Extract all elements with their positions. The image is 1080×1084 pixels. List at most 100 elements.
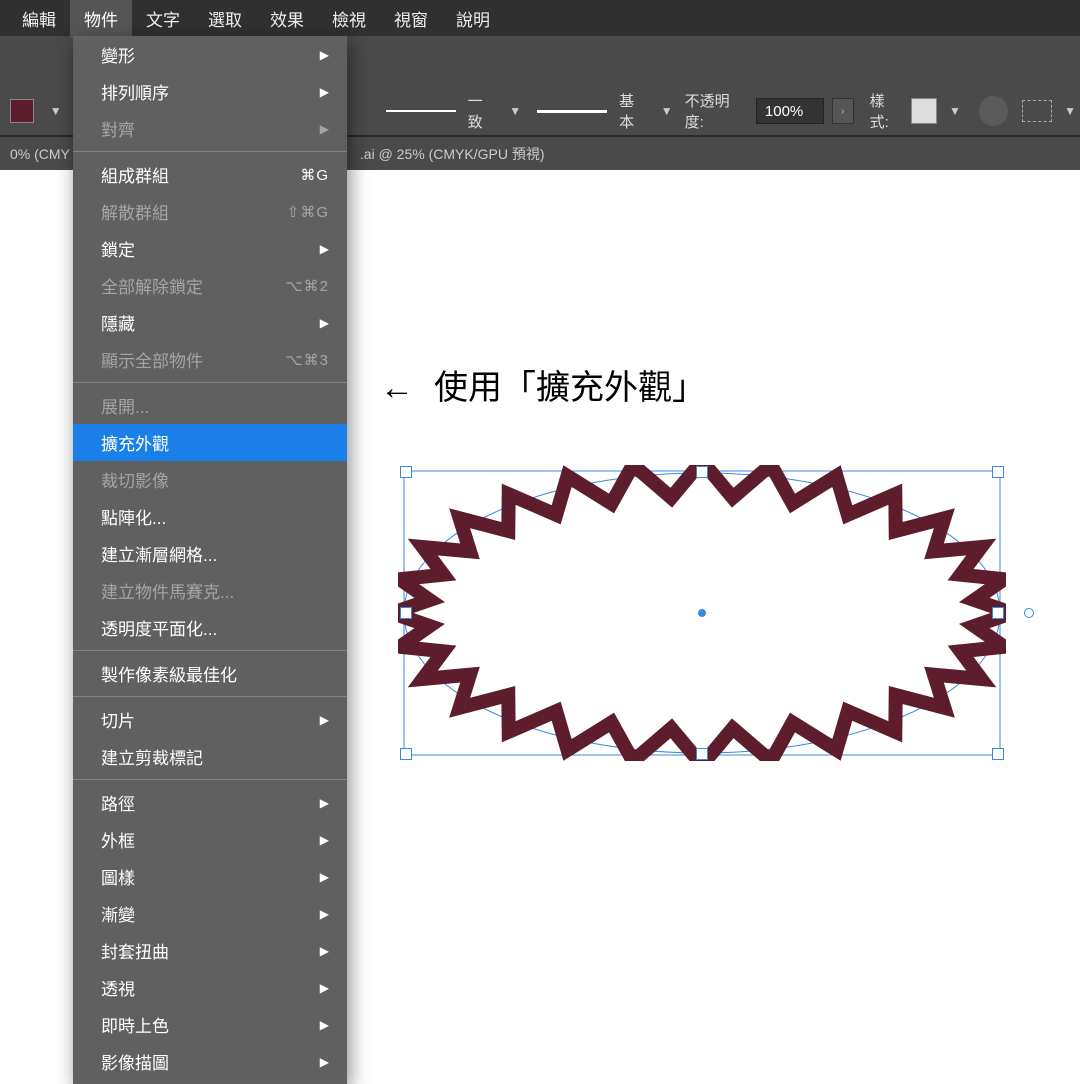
menu-separator	[73, 382, 347, 383]
menu-item-26[interactable]: 圖樣 ▶	[73, 858, 347, 895]
opacity-input[interactable]	[756, 98, 824, 124]
chevron-right-icon: ▶	[320, 48, 329, 62]
menu-item-19[interactable]: 製作像素級最佳化	[73, 655, 347, 692]
graphic-style-swatch[interactable]	[911, 98, 937, 124]
chevron-down-icon[interactable]: ▼	[505, 104, 525, 118]
menu-shortcut: ⇧⌘G	[287, 203, 329, 221]
menu-item-15[interactable]: 建立漸層網格...	[73, 535, 347, 572]
menu-item-31[interactable]: 影像描圖 ▶	[73, 1043, 347, 1080]
chevron-right-icon: ▶	[320, 870, 329, 884]
chevron-right-icon: ▶	[320, 1018, 329, 1032]
menubar: 編輯物件文字選取效果檢視視窗說明	[0, 0, 1080, 36]
menu-item-label: 建立剪裁標記	[101, 744, 203, 769]
chevron-down-icon[interactable]: ▼	[945, 104, 965, 118]
menu-item-label: 展開...	[101, 393, 149, 418]
menu-item-29[interactable]: 透視 ▶	[73, 969, 347, 1006]
menu-shortcut: ⌥⌘3	[285, 351, 329, 369]
chevron-right-icon: ▶	[320, 1055, 329, 1069]
menu-item-0[interactable]: 變形 ▶	[73, 36, 347, 73]
menu-item-label: 對齊	[101, 116, 135, 141]
menu-item-4[interactable]: 組成群組 ⌘G	[73, 156, 347, 193]
menu-item-12[interactable]: 擴充外觀	[73, 424, 347, 461]
opacity-label: 不透明度:	[685, 90, 748, 132]
menu-item-27[interactable]: 漸變 ▶	[73, 895, 347, 932]
menu-item-6[interactable]: 鎖定▶	[73, 230, 347, 267]
chevron-right-icon: ▶	[320, 907, 329, 921]
selected-zigzag-ellipse[interactable]	[398, 465, 1006, 761]
menu-item-label: 組成群組	[101, 162, 169, 187]
chevron-down-icon[interactable]: ▼	[1060, 104, 1080, 118]
menubar-item-5[interactable]: 檢視	[318, 0, 380, 38]
selection-handle-tc[interactable]	[690, 460, 714, 484]
menubar-item-0[interactable]: 編輯	[8, 0, 70, 38]
menu-item-label: 點陣化...	[101, 504, 166, 529]
menu-item-28[interactable]: 封套扭曲▶	[73, 932, 347, 969]
selection-handle-tl[interactable]	[394, 460, 418, 484]
menu-item-1[interactable]: 排列順序▶	[73, 73, 347, 110]
selection-handle-mr[interactable]	[986, 601, 1010, 625]
menubar-item-6[interactable]: 視窗	[380, 0, 442, 38]
menu-item-label: 透視	[101, 975, 135, 1000]
selection-handle-ml[interactable]	[394, 601, 418, 625]
menu-item-16: 建立物件馬賽克...	[73, 572, 347, 609]
chevron-right-icon: ▶	[320, 713, 329, 727]
menu-item-label: 擴充外觀	[101, 430, 169, 455]
menu-item-label: 切片	[101, 707, 135, 732]
selection-handle-tr[interactable]	[986, 460, 1010, 484]
menu-item-label: 變形	[101, 42, 135, 67]
chevron-down-icon[interactable]: ▼	[46, 104, 66, 118]
menubar-item-2[interactable]: 文字	[132, 0, 194, 38]
chevron-right-icon: ▶	[320, 981, 329, 995]
menu-item-25[interactable]: 外框 ▶	[73, 821, 347, 858]
menu-item-7: 全部解除鎖定⌥⌘2	[73, 267, 347, 304]
menu-item-label: 建立物件馬賽克...	[101, 578, 234, 603]
selection-handle-bc[interactable]	[690, 742, 714, 766]
chevron-right-icon: ▶	[320, 796, 329, 810]
brush-preview	[537, 110, 607, 113]
menubar-item-7[interactable]: 說明	[442, 0, 504, 38]
chevron-right-icon: ▶	[320, 833, 329, 847]
chevron-right-icon: ▶	[320, 316, 329, 330]
fill-swatch[interactable]	[10, 99, 34, 123]
selection-handle-bl[interactable]	[394, 742, 418, 766]
opacity-stepper[interactable]: ›	[832, 98, 854, 124]
menu-item-label: 顯示全部物件	[101, 347, 203, 372]
chevron-right-icon: ▶	[320, 122, 329, 136]
menu-item-label: 排列順序	[101, 79, 169, 104]
menu-separator	[73, 650, 347, 651]
style-label: 樣式:	[870, 90, 904, 132]
menubar-item-3[interactable]: 選取	[194, 0, 256, 38]
selection-center-icon	[698, 609, 706, 617]
recolor-button[interactable]	[979, 96, 1009, 126]
menu-separator	[73, 779, 347, 780]
menu-item-label: 外框	[101, 827, 135, 852]
menu-item-label: 圖樣	[101, 864, 135, 889]
menu-separator	[73, 696, 347, 697]
object-menu-dropdown: 變形▶排列順序▶對齊▶組成群組⌘G解散群組⇧⌘G鎖定▶全部解除鎖定⌥⌘2隱藏▶顯…	[73, 36, 347, 1084]
menu-item-label: 全部解除鎖定	[101, 273, 203, 298]
align-button[interactable]	[1022, 100, 1052, 122]
menubar-item-1[interactable]: 物件	[70, 0, 132, 38]
menu-item-label: 即時上色	[101, 1012, 169, 1037]
menu-item-9: 顯示全部物件 ⌥⌘3	[73, 341, 347, 378]
selection-handle-br[interactable]	[986, 742, 1010, 766]
tab-left-fragment: 0% (CMY	[10, 146, 70, 162]
chevron-right-icon: ▶	[320, 944, 329, 958]
menu-item-label: 漸變	[101, 901, 135, 926]
menu-item-17[interactable]: 透明度平面化...	[73, 609, 347, 646]
menu-item-14[interactable]: 點陣化...	[73, 498, 347, 535]
menu-shortcut: ⌘G	[300, 166, 329, 184]
menubar-item-4[interactable]: 效果	[256, 0, 318, 38]
menu-item-label: 路徑	[101, 790, 135, 815]
chevron-right-icon: ▶	[320, 242, 329, 256]
menu-item-label: 解散群組	[101, 199, 169, 224]
chevron-down-icon[interactable]: ▼	[657, 104, 677, 118]
menu-item-21[interactable]: 切片 ▶	[73, 701, 347, 738]
menu-item-30[interactable]: 即時上色 ▶	[73, 1006, 347, 1043]
rotate-handle[interactable]	[1024, 608, 1034, 618]
menu-item-8[interactable]: 隱藏▶	[73, 304, 347, 341]
menu-item-label: 影像描圖	[101, 1049, 169, 1074]
menu-item-label: 建立漸層網格...	[101, 541, 217, 566]
menu-item-24[interactable]: 路徑 ▶	[73, 784, 347, 821]
menu-item-22[interactable]: 建立剪裁標記	[73, 738, 347, 775]
